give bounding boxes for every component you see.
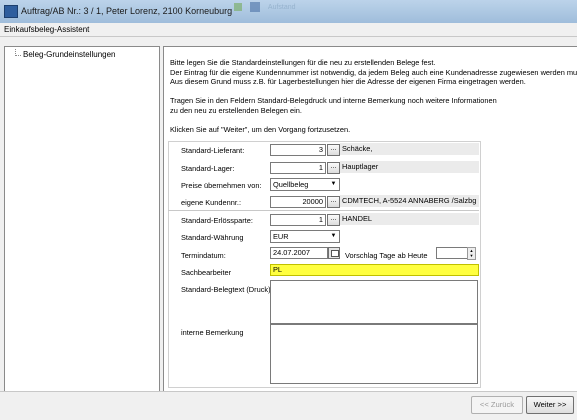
- dialog-header: Einkaufsbeleg-Assistent: [0, 23, 577, 37]
- info-line: Tragen Sie in den Feldern Standard-Beleg…: [170, 96, 497, 106]
- erloessparte-label: Standard-Erlössparte:: [181, 216, 253, 225]
- tree-line: [15, 55, 21, 56]
- belegtext-textarea[interactable]: [270, 280, 478, 324]
- waehrung-select-value: EUR: [273, 232, 289, 241]
- erloessparte-description: HANDEL: [340, 213, 479, 225]
- info-line: Der Eintrag für die eigene Kundennummer …: [170, 67, 577, 77]
- sachbearbeiter-label: Sachbearbeiter: [181, 268, 232, 277]
- lager-input[interactable]: 1: [270, 162, 326, 174]
- kundennr-input[interactable]: 20000: [270, 196, 326, 208]
- erloessparte-input[interactable]: 1: [270, 214, 326, 226]
- preise-select-value: Quellbeleg: [273, 180, 309, 189]
- info-line: Klicken Sie auf "Weiter", um den Vorgang…: [170, 125, 351, 135]
- tree-item-beleg-grundeinstellungen[interactable]: Beleg-Grundeinstellungen: [23, 50, 116, 59]
- form-divider: [168, 210, 479, 211]
- window-titlebar: Auftrag/AB Nr.: 3 / 1, Peter Lorenz, 210…: [0, 0, 577, 23]
- bemerkung-textarea[interactable]: [270, 324, 478, 384]
- erloessparte-lookup-button[interactable]: ...: [327, 214, 340, 226]
- belegtext-label: Standard-Belegtext (Druck):: [181, 285, 273, 294]
- vorschlag-input[interactable]: [436, 247, 468, 259]
- next-button[interactable]: Weiter >>: [526, 396, 574, 414]
- calendar-icon[interactable]: [328, 247, 340, 259]
- chevron-down-icon: ▼: [330, 233, 337, 239]
- lieferant-label: Standard-Lieferant:: [181, 146, 245, 155]
- termindatum-label: Termindatum:: [181, 251, 226, 260]
- termindatum-input[interactable]: 24.07.2007: [270, 247, 328, 259]
- lager-label: Standard-Lager:: [181, 164, 235, 173]
- chevron-down-icon: ▼: [330, 181, 337, 187]
- window-title: Auftrag/AB Nr.: 3 / 1, Peter Lorenz, 210…: [21, 6, 233, 16]
- preise-label: Preise übernehmen von:: [181, 181, 262, 190]
- lager-description: Hauptlager: [340, 161, 479, 173]
- info-line: Aus diesem Grund muss z.B. für Lagerbest…: [170, 77, 526, 87]
- kundennr-label: eigene Kundennr.:: [181, 198, 241, 207]
- info-line: Bitte legen Sie die Standardeinstellunge…: [170, 58, 436, 67]
- lager-lookup-button[interactable]: ...: [327, 162, 340, 174]
- waehrung-select[interactable]: EUR ▼: [270, 230, 340, 243]
- kundennr-lookup-button[interactable]: ...: [327, 196, 340, 208]
- back-button[interactable]: << Zurück: [471, 396, 523, 414]
- dialog-title: Einkaufsbeleg-Assistent: [4, 25, 90, 34]
- lieferant-lookup-button[interactable]: ...: [327, 144, 340, 156]
- sachbearbeiter-input[interactable]: PL: [270, 264, 479, 276]
- bemerkung-label: interne Bemerkung: [181, 328, 244, 337]
- checkmark-icon: [234, 3, 242, 11]
- floppy-icon: [249, 2, 260, 12]
- background-toolbar-strip: Aufstand: [230, 2, 577, 16]
- lieferant-description: Schäcke,: [340, 143, 479, 155]
- vorschlag-label: Vorschlag Tage ab Heute: [345, 251, 428, 260]
- info-text: Bitte legen Sie die Standardeinstellunge…: [170, 58, 577, 135]
- step-tree: Beleg-Grundeinstellungen: [4, 46, 160, 393]
- info-line: [170, 116, 574, 126]
- preise-select[interactable]: Quellbeleg ▼: [270, 178, 340, 191]
- kundennr-description: CDMTECH, A-5524 ANNABERG /Salzbg: [340, 195, 479, 207]
- app-document-icon: [4, 5, 18, 18]
- spinner-arrows-icon[interactable]: ▲ ▼: [467, 247, 476, 260]
- info-line: zu den neu zu erstellenden Belegen ein.: [170, 105, 302, 115]
- waehrung-label: Standard-Währung: [181, 233, 244, 242]
- background-strip-label: Aufstand: [267, 3, 296, 11]
- lieferant-input[interactable]: 3: [270, 144, 326, 156]
- info-line: [170, 87, 574, 97]
